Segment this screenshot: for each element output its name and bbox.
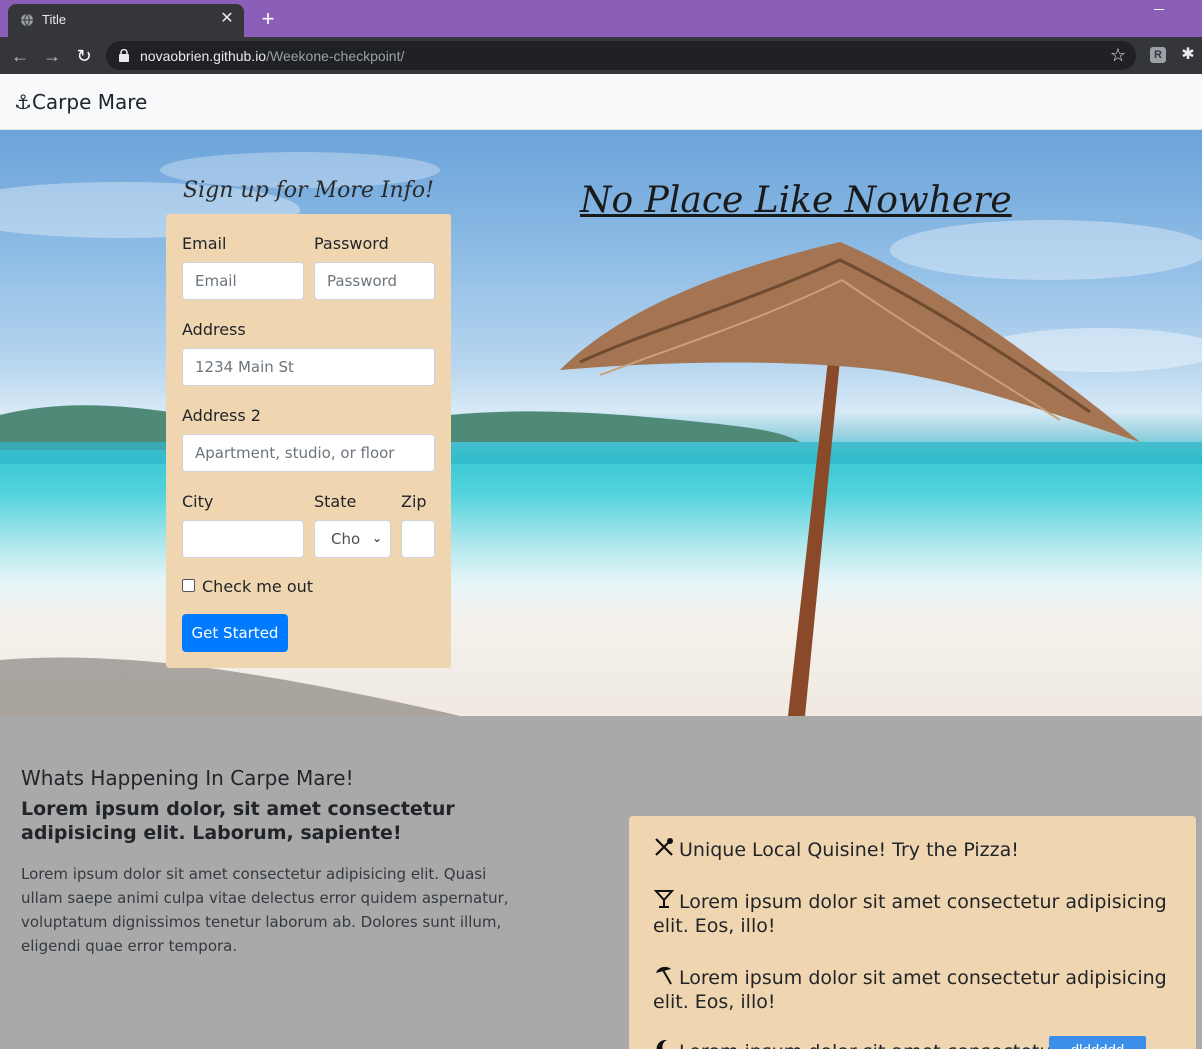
- email-field[interactable]: Email: [182, 262, 304, 300]
- lock-icon: [119, 49, 129, 62]
- state-selected-value: Cho: [331, 530, 361, 548]
- address-bar[interactable]: novaobrien.github.io/Weekone-checkpoint/…: [106, 41, 1136, 70]
- tab-title: Title: [42, 12, 67, 27]
- forward-arrow-icon[interactable]: →: [38, 42, 66, 70]
- bookmark-star-icon[interactable]: ☆: [1108, 45, 1128, 65]
- feature-item: Unique Local Quisine! Try the Pizza!: [653, 836, 1173, 862]
- zip-label: Zip: [401, 492, 427, 511]
- section-body-text: Lorem ipsum dolor sit amet consectetur a…: [21, 865, 509, 955]
- moon-icon: [656, 1039, 667, 1049]
- puzzle-extensions-icon[interactable]: ✱: [1179, 46, 1197, 64]
- password-label: Password: [314, 234, 389, 253]
- close-tab-icon[interactable]: ✕: [218, 10, 236, 28]
- browser-tab[interactable]: Title ✕: [8, 4, 244, 37]
- check-me-out-checkbox[interactable]: [182, 579, 195, 592]
- features-button[interactable]: dlddddd: [1049, 1036, 1146, 1049]
- check-me-out-label[interactable]: Check me out: [202, 577, 313, 596]
- get-started-button[interactable]: Get Started: [182, 614, 288, 652]
- address2-field[interactable]: Apartment, studio, or floor: [182, 434, 435, 472]
- globe-icon: [21, 13, 33, 27]
- url-text: novaobrien.github.io/Weekone-checkpoint/: [140, 48, 404, 64]
- password-field[interactable]: Password: [314, 262, 435, 300]
- feature-text: Lorem ipsum dolor sit amet consectetur: [679, 1041, 1059, 1049]
- brand-link[interactable]: ⚓Carpe Mare: [14, 90, 147, 114]
- minimize-window-button[interactable]: [1150, 2, 1170, 16]
- reload-icon[interactable]: ↻: [70, 42, 98, 70]
- address-field[interactable]: 1234 Main St: [182, 348, 435, 386]
- city-field[interactable]: [182, 520, 304, 558]
- feature-text: Lorem ipsum dolor sit amet consectetur a…: [653, 891, 1167, 937]
- cocktail-icon: [653, 890, 675, 908]
- brand-label: Carpe Mare: [31, 90, 148, 114]
- feature-item: Lorem ipsum dolor sit amet consectetur a…: [653, 888, 1173, 938]
- features-card: Unique Local Quisine! Try the Pizza! Lor…: [629, 816, 1196, 1049]
- state-label: State: [314, 492, 357, 511]
- extension-icon[interactable]: R: [1150, 47, 1166, 63]
- signup-heading: Sign up for More Info!: [183, 178, 434, 203]
- email-label: Email: [182, 234, 227, 253]
- utensils-icon: [655, 838, 673, 856]
- browser-tab-strip: Title ✕ +: [0, 0, 1202, 37]
- hero-banner: Sign up for More Info! No Place Like Now…: [0, 130, 1202, 716]
- umbrella-beach-icon: [656, 966, 672, 985]
- chevron-down-icon: ⌄: [371, 531, 382, 545]
- section-heading: Whats Happening In Carpe Mare!: [21, 766, 354, 790]
- back-arrow-icon[interactable]: ←: [6, 42, 34, 70]
- site-navbar: ⚓Carpe Mare: [0, 74, 1202, 130]
- section-subheading: Lorem ipsum dolor, sit amet consectetur …: [21, 798, 455, 844]
- address-label: Address: [182, 320, 246, 339]
- city-label: City: [182, 492, 214, 511]
- feature-item: Lorem ipsum dolor sit amet consectetur a…: [653, 964, 1173, 1014]
- signup-form: Email Email Password Password Address 12…: [166, 214, 451, 668]
- browser-toolbar: ← → ↻ novaobrien.github.io/Weekone-check…: [0, 37, 1202, 74]
- url-host: novaobrien.github.io: [140, 48, 267, 64]
- state-select[interactable]: Cho ⌄: [314, 520, 391, 558]
- hero-title: No Place Like Nowhere: [580, 180, 1012, 221]
- anchor-icon: ⚓: [14, 90, 32, 114]
- zip-field[interactable]: [401, 520, 435, 558]
- new-tab-button[interactable]: +: [256, 8, 280, 32]
- url-path: /Weekone-checkpoint/: [266, 48, 405, 64]
- address2-label: Address 2: [182, 406, 261, 425]
- feature-text: Unique Local Quisine! Try the Pizza!: [679, 839, 1019, 861]
- feature-text: Lorem ipsum dolor sit amet consectetur a…: [653, 967, 1167, 1013]
